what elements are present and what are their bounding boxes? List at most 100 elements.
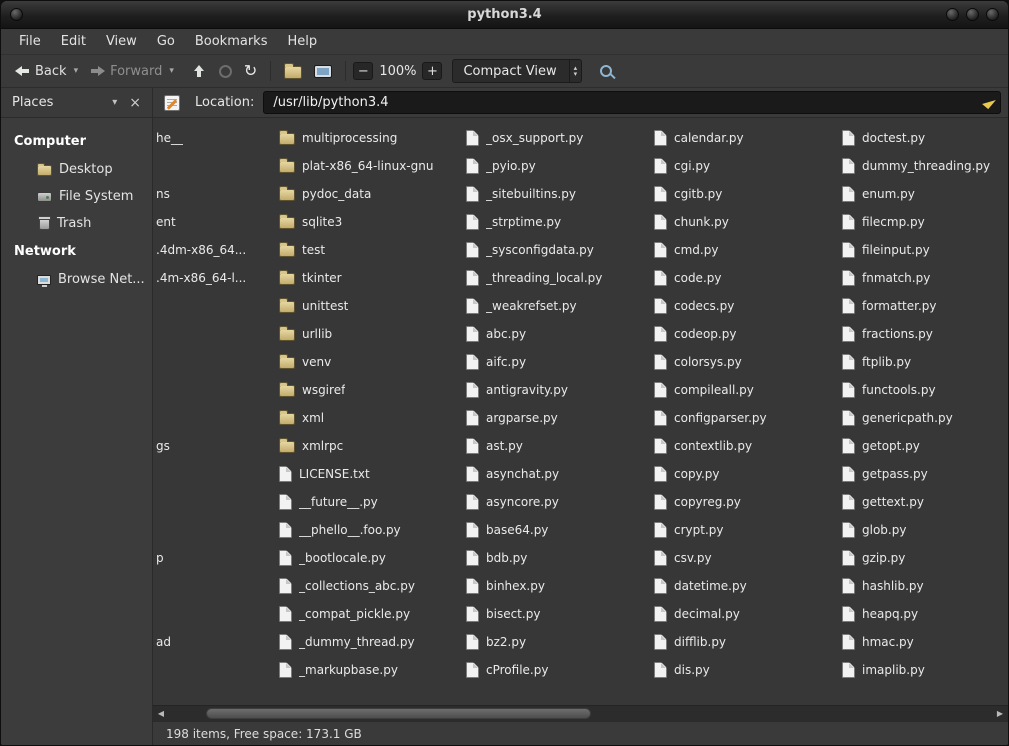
file-item[interactable]: getopt.py bbox=[839, 432, 1008, 460]
file-item[interactable]: plat-x86_64-linux-gnu bbox=[276, 152, 463, 180]
file-item[interactable]: bz2.py bbox=[463, 628, 651, 656]
file-item[interactable]: getpass.py bbox=[839, 460, 1008, 488]
file-item[interactable]: cgitb.py bbox=[651, 180, 839, 208]
file-item[interactable]: unittest bbox=[276, 292, 463, 320]
back-button[interactable]: Back ▾ bbox=[9, 60, 84, 83]
file-item[interactable]: multiprocessing bbox=[276, 124, 463, 152]
menu-file[interactable]: File bbox=[9, 31, 51, 52]
file-item[interactable]: base64.py bbox=[463, 516, 651, 544]
file-item[interactable]: copyreg.py bbox=[651, 488, 839, 516]
file-item[interactable]: binhex.py bbox=[463, 572, 651, 600]
file-item[interactable]: gs bbox=[153, 432, 276, 460]
menu-bookmarks[interactable]: Bookmarks bbox=[185, 31, 278, 52]
file-item[interactable]: he__ bbox=[153, 124, 276, 152]
scroll-right-arrow-icon[interactable]: ▶ bbox=[992, 706, 1008, 721]
file-item[interactable]: test bbox=[276, 236, 463, 264]
up-button[interactable] bbox=[186, 61, 213, 81]
file-item[interactable]: enum.py bbox=[839, 180, 1008, 208]
scrollbar-thumb[interactable] bbox=[206, 708, 591, 719]
zoom-in-button[interactable]: + bbox=[422, 62, 442, 80]
file-item[interactable]: difflib.py bbox=[651, 628, 839, 656]
file-item[interactable]: decimal.py bbox=[651, 600, 839, 628]
file-item[interactable]: gettext.py bbox=[839, 488, 1008, 516]
menu-view[interactable]: View bbox=[96, 31, 147, 52]
file-item[interactable]: wsgiref bbox=[276, 376, 463, 404]
file-item[interactable]: fractions.py bbox=[839, 320, 1008, 348]
sidebar-item-trash[interactable]: Trash bbox=[1, 210, 152, 237]
forward-button[interactable]: Forward ▾ bbox=[84, 60, 180, 83]
file-item[interactable]: dis.py bbox=[651, 656, 839, 684]
file-item[interactable]: antigravity.py bbox=[463, 376, 651, 404]
file-item[interactable]: LICENSE.txt bbox=[276, 460, 463, 488]
file-item[interactable]: ast.py bbox=[463, 432, 651, 460]
zoom-out-button[interactable]: − bbox=[353, 62, 373, 80]
file-item[interactable]: codecs.py bbox=[651, 292, 839, 320]
back-history-caret-icon[interactable]: ▾ bbox=[74, 66, 79, 76]
file-item[interactable]: xmlrpc bbox=[276, 432, 463, 460]
file-item[interactable]: _markupbase.py bbox=[276, 656, 463, 684]
menu-edit[interactable]: Edit bbox=[51, 31, 96, 52]
forward-history-caret-icon[interactable]: ▾ bbox=[169, 66, 174, 76]
view-mode-select[interactable]: Compact View ▴▾ bbox=[452, 59, 582, 83]
file-item[interactable]: _bootlocale.py bbox=[276, 544, 463, 572]
view-mode-spinner[interactable]: ▴▾ bbox=[569, 60, 582, 82]
file-item[interactable]: datetime.py bbox=[651, 572, 839, 600]
file-item[interactable]: _sitebuiltins.py bbox=[463, 180, 651, 208]
file-item[interactable]: __phello__.foo.py bbox=[276, 516, 463, 544]
file-item[interactable]: copy.py bbox=[651, 460, 839, 488]
file-item[interactable]: _threading_local.py bbox=[463, 264, 651, 292]
minimize-button[interactable] bbox=[946, 8, 959, 21]
file-item[interactable]: codeop.py bbox=[651, 320, 839, 348]
file-item[interactable]: .4dm-x86_64... bbox=[153, 236, 276, 264]
edit-path-button[interactable] bbox=[159, 91, 185, 115]
file-item[interactable]: doctest.py bbox=[839, 124, 1008, 152]
file-item[interactable]: ns bbox=[153, 180, 276, 208]
file-item[interactable]: cmd.py bbox=[651, 236, 839, 264]
file-item[interactable]: _compat_pickle.py bbox=[276, 600, 463, 628]
file-item[interactable]: compileall.py bbox=[651, 376, 839, 404]
file-item[interactable]: _osx_support.py bbox=[463, 124, 651, 152]
close-button[interactable] bbox=[986, 8, 999, 21]
file-item[interactable]: filecmp.py bbox=[839, 208, 1008, 236]
file-item[interactable]: bisect.py bbox=[463, 600, 651, 628]
horizontal-scrollbar[interactable]: ◀ ▶ bbox=[153, 705, 1008, 721]
file-item[interactable]: hmac.py bbox=[839, 628, 1008, 656]
file-item[interactable]: __future__.py bbox=[276, 488, 463, 516]
stop-button[interactable] bbox=[213, 61, 238, 82]
file-item[interactable]: _pyio.py bbox=[463, 152, 651, 180]
file-item[interactable]: genericpath.py bbox=[839, 404, 1008, 432]
menu-go[interactable]: Go bbox=[147, 31, 185, 52]
file-item[interactable]: _dummy_thread.py bbox=[276, 628, 463, 656]
sidebar-item-file-system[interactable]: File System bbox=[1, 183, 152, 210]
file-item[interactable]: contextlib.py bbox=[651, 432, 839, 460]
file-item[interactable]: fnmatch.py bbox=[839, 264, 1008, 292]
file-item[interactable]: sqlite3 bbox=[276, 208, 463, 236]
search-button[interactable] bbox=[594, 61, 618, 81]
desktop-button[interactable] bbox=[308, 61, 338, 82]
file-item[interactable]: _strptime.py bbox=[463, 208, 651, 236]
file-item[interactable]: pydoc_data bbox=[276, 180, 463, 208]
places-close-icon[interactable]: × bbox=[129, 96, 141, 110]
sidebar-item-desktop[interactable]: Desktop bbox=[1, 156, 152, 183]
scrollbar-track[interactable] bbox=[169, 706, 992, 721]
file-item[interactable]: cProfile.py bbox=[463, 656, 651, 684]
file-item[interactable]: _weakrefset.py bbox=[463, 292, 651, 320]
file-item[interactable]: crypt.py bbox=[651, 516, 839, 544]
file-list[interactable]: he__nsent.4dm-x86_64....4m-x86_64-l...gs… bbox=[153, 118, 1008, 705]
maximize-button[interactable] bbox=[966, 8, 979, 21]
file-item[interactable]: abc.py bbox=[463, 320, 651, 348]
file-item[interactable]: cgi.py bbox=[651, 152, 839, 180]
window-menu-button[interactable] bbox=[10, 8, 23, 21]
file-item[interactable]: dummy_threading.py bbox=[839, 152, 1008, 180]
places-selector-caret-icon[interactable]: ▾ bbox=[112, 97, 117, 108]
file-item[interactable]: venv bbox=[276, 348, 463, 376]
file-item[interactable]: ad bbox=[153, 628, 276, 656]
menu-help[interactable]: Help bbox=[277, 31, 327, 52]
file-item[interactable]: formatter.py bbox=[839, 292, 1008, 320]
file-item[interactable]: bdb.py bbox=[463, 544, 651, 572]
file-item[interactable]: fileinput.py bbox=[839, 236, 1008, 264]
file-item[interactable]: argparse.py bbox=[463, 404, 651, 432]
file-item[interactable]: p bbox=[153, 544, 276, 572]
file-item[interactable]: csv.py bbox=[651, 544, 839, 572]
file-item[interactable]: asynchat.py bbox=[463, 460, 651, 488]
